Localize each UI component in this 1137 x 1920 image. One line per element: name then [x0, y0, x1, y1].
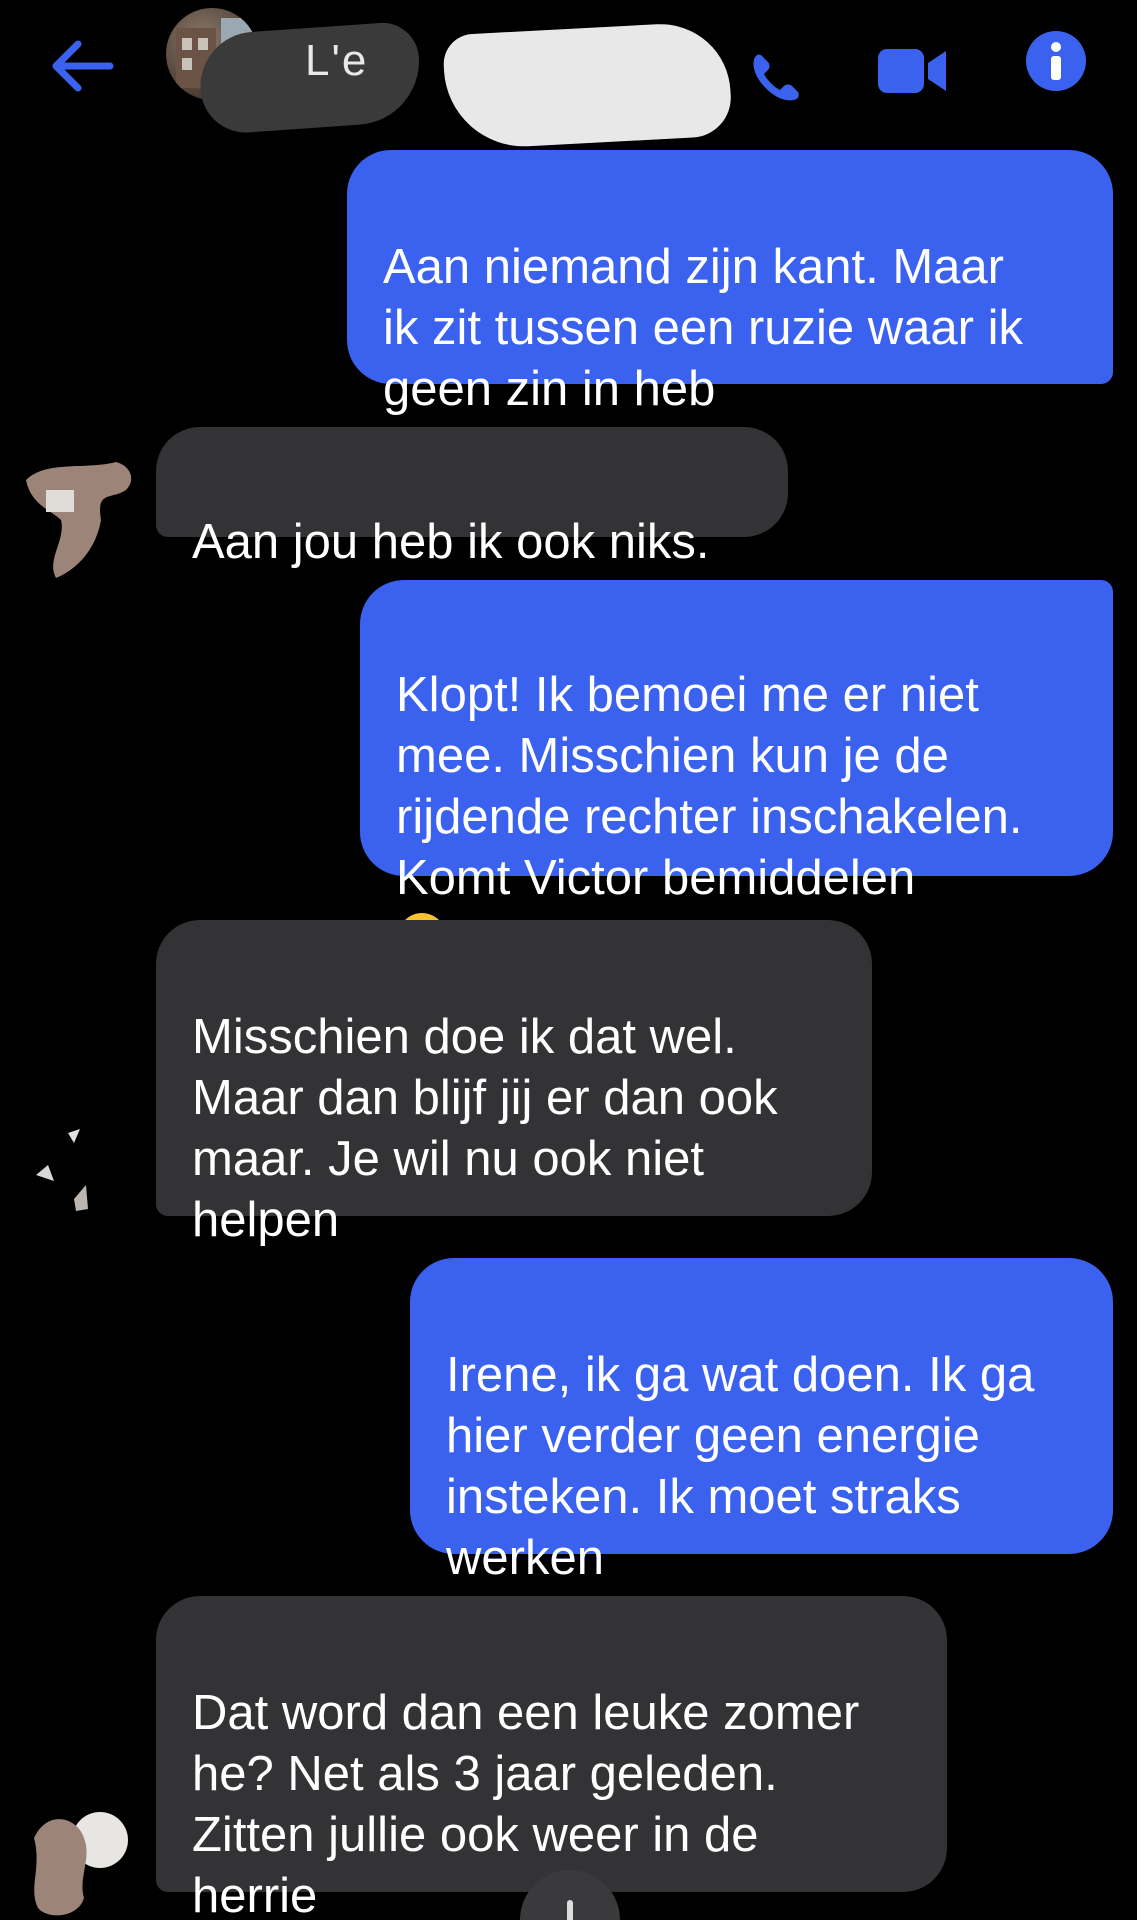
redaction-scribble: [442, 20, 733, 151]
message-bubble-sent[interactable]: Irene, ik ga wat doen. Ik ga hier verder…: [410, 1258, 1113, 1585]
message-text: Aan niemand zijn kant. Maar ik zit tusse…: [383, 240, 1023, 416]
contact-avatar-small: [28, 1798, 128, 1920]
back-arrow-icon[interactable]: [48, 36, 118, 96]
contact-avatar-small: [16, 440, 146, 580]
message-bubble-received[interactable]: Misschien doe ik dat wel. Maar dan blijf…: [156, 920, 872, 1247]
message-bubble-received[interactable]: Dat word dan een leuke zomer he? Net als…: [156, 1596, 947, 1920]
message-bubble-received[interactable]: Aan jou heb ik ook niks.: [156, 427, 788, 569]
chat-screen: L'e Aan niemand zijn kant. Maar ik zit t…: [0, 0, 1137, 1920]
message-bubble-sent[interactable]: Klopt! Ik bemoei me er niet mee. Misschi…: [360, 580, 1113, 961]
message-text: Dat word dan een leuke zomer he? Net als…: [192, 1686, 860, 1920]
arrow-down-icon: [567, 1900, 573, 1920]
contact-name-fragment: L'e: [305, 36, 369, 85]
video-camera-icon[interactable]: [878, 45, 948, 97]
message-text: Irene, ik ga wat doen. Ik ga hier verder…: [446, 1348, 1035, 1585]
phone-icon[interactable]: [748, 50, 804, 106]
contact-avatar-small: [28, 1125, 108, 1215]
message-text: Aan jou heb ik ook niks.: [192, 515, 710, 569]
message-text: Misschien doe ik dat wel. Maar dan blijf…: [192, 1010, 778, 1247]
message-text: Klopt! Ik bemoei me er niet mee. Misschi…: [396, 668, 1023, 905]
message-bubble-sent[interactable]: Aan niemand zijn kant. Maar ik zit tusse…: [347, 150, 1113, 416]
info-icon[interactable]: [1025, 30, 1087, 92]
